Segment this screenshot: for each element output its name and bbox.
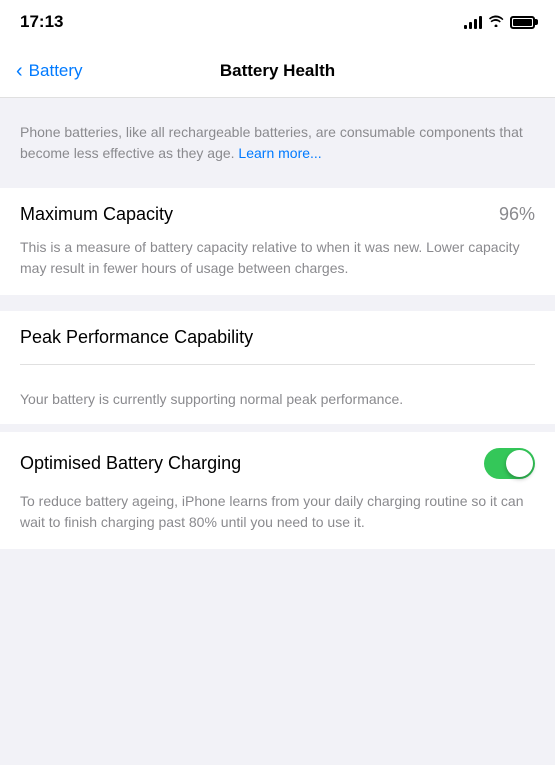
peak-description: Your battery is currently supporting nor…	[20, 389, 535, 410]
peak-description-container: Your battery is currently supporting nor…	[0, 365, 555, 424]
toggle-knob	[506, 450, 533, 477]
capacity-value: 96%	[499, 204, 535, 225]
signal-icon	[464, 15, 482, 29]
section-spacer	[0, 303, 555, 311]
optimised-charging-toggle[interactable]	[484, 448, 535, 479]
back-button[interactable]: ‹ Battery	[16, 61, 83, 81]
info-section: Phone batteries, like all rechargeable b…	[0, 106, 555, 180]
peak-title: Peak Performance Capability	[20, 327, 535, 348]
back-chevron-icon: ‹	[16, 61, 23, 81]
wifi-icon	[488, 14, 504, 30]
content: Phone batteries, like all rechargeable b…	[0, 98, 555, 549]
charging-description: To reduce battery ageing, iPhone learns …	[20, 491, 535, 533]
maximum-capacity-section: Maximum Capacity 96% This is a measure o…	[0, 188, 555, 295]
nav-title: Battery Health	[220, 61, 335, 81]
info-text: Phone batteries, like all rechargeable b…	[20, 122, 535, 164]
capacity-content: Maximum Capacity 96% This is a measure o…	[0, 188, 555, 295]
capacity-description: This is a measure of battery capacity re…	[20, 237, 535, 279]
battery-status-icon	[510, 16, 535, 29]
charging-row: Optimised Battery Charging	[20, 448, 535, 479]
peak-content: Peak Performance Capability	[0, 311, 555, 364]
capacity-row: Maximum Capacity 96%	[20, 204, 535, 225]
nav-bar: ‹ Battery Battery Health	[0, 44, 555, 98]
back-label: Battery	[29, 61, 83, 81]
peak-performance-section: Peak Performance Capability Your battery…	[0, 311, 555, 424]
learn-more-link[interactable]: Learn more...	[238, 145, 321, 161]
status-icons	[464, 14, 535, 30]
status-time: 17:13	[20, 12, 63, 32]
optimised-charging-section: Optimised Battery Charging To reduce bat…	[0, 432, 555, 549]
charging-label: Optimised Battery Charging	[20, 453, 484, 474]
status-bar: 17:13	[0, 0, 555, 44]
capacity-label: Maximum Capacity	[20, 204, 173, 225]
